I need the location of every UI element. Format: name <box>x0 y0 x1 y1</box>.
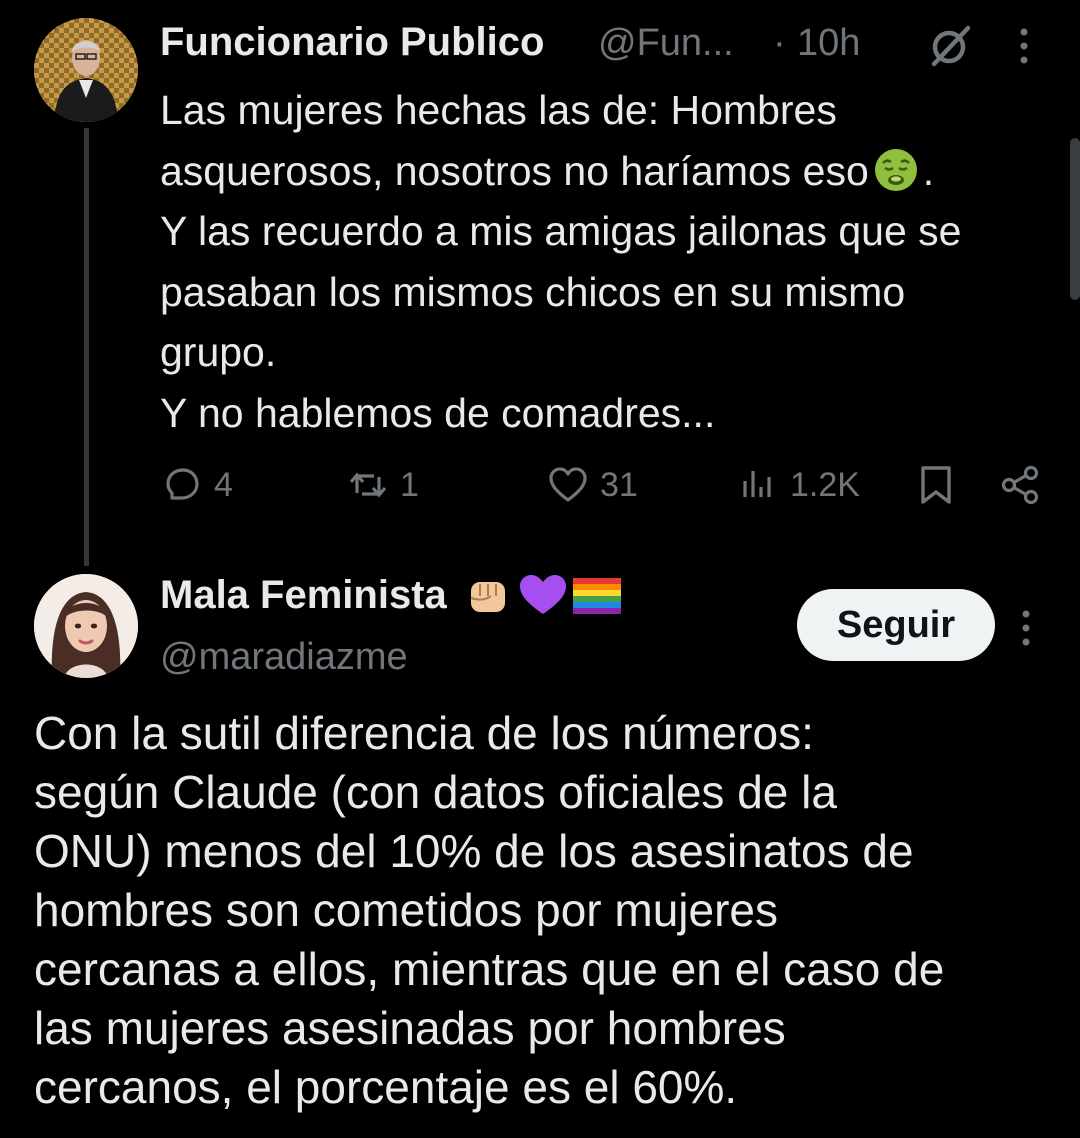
retweet-icon <box>349 472 387 498</box>
like-count: 31 <box>600 465 638 504</box>
reply-count: 4 <box>214 465 233 504</box>
thread-connector-line <box>84 128 89 566</box>
tweet-line: según Claude (con datos oficiales de la <box>34 766 837 818</box>
author-name[interactable]: Mala Feminista <box>160 573 447 618</box>
views-button[interactable]: 1.2K <box>736 462 860 508</box>
nauseated-face-icon <box>873 147 919 193</box>
tweet-line: asquerosos, nosotros no haríamos eso . <box>160 147 935 194</box>
reply-icon <box>166 468 199 500</box>
more-options-icon[interactable] <box>1012 24 1036 68</box>
tweet-line: las mujeres asesinadas por hombres <box>34 1002 786 1054</box>
tweet-line: ONU) menos del 10% de los asesinatos de <box>34 825 914 877</box>
tweet-line: pasaban los mismos chicos en su mismo <box>160 268 906 315</box>
tweet-line: cercanos, el porcentaje es el 60%. <box>34 1061 738 1113</box>
bookmark-button[interactable] <box>914 462 958 508</box>
avatar-mala-feminista[interactable] <box>34 574 138 678</box>
separator-dot: · <box>773 22 786 64</box>
tweet-timestamp[interactable]: 10h <box>797 22 860 65</box>
follow-button[interactable]: Seguir <box>797 589 995 661</box>
share-icon <box>1001 465 1039 505</box>
like-button[interactable]: 31 <box>546 462 638 508</box>
retweet-count: 1 <box>400 465 419 504</box>
author-handle[interactable]: @Fun... <box>598 22 734 65</box>
tweet-line: grupo. <box>160 329 277 375</box>
author-name[interactable]: Funcionario Publico <box>160 20 544 65</box>
grok-icon[interactable] <box>928 22 974 68</box>
tweet-line: Y las recuerdo a mis amigas jailonas que… <box>160 208 962 254</box>
tweet-line: Con la sutil diferencia de los números: <box>34 707 814 759</box>
author-name-row[interactable]: Mala Feminista <box>160 572 623 618</box>
tweet-line: Y no hablemos de comadres... <box>160 389 716 436</box>
tweet-line: cercanas a ellos, mientras que en el cas… <box>34 943 945 995</box>
heart-icon <box>549 467 587 502</box>
bookmark-icon <box>921 466 951 504</box>
retweet-button[interactable]: 1 <box>346 462 419 508</box>
share-button[interactable] <box>998 462 1042 508</box>
views-count: 1.2K <box>790 465 860 504</box>
more-options-icon[interactable] <box>1014 606 1038 650</box>
avatar-funcionario-publico[interactable] <box>34 18 138 122</box>
tweet-line: hombres son cometidos por mujeres <box>34 884 778 936</box>
tweet-text: Las mujeres hechas las de: Hombres asque… <box>160 80 1060 443</box>
purple-heart-icon <box>519 575 566 614</box>
scrollbar[interactable] <box>1070 138 1080 300</box>
tweet-text: Con la sutil diferencia de los números: … <box>34 704 1064 1117</box>
rainbow-flag-icon <box>572 578 621 614</box>
raised-fist-icon <box>470 582 505 612</box>
reply-button[interactable]: 4 <box>160 462 233 508</box>
views-chart-icon <box>743 471 771 497</box>
author-handle[interactable]: @maradiazme <box>160 636 408 679</box>
name-emojis <box>463 572 623 618</box>
tweet-line: Las mujeres hechas las de: Hombres <box>160 87 837 133</box>
